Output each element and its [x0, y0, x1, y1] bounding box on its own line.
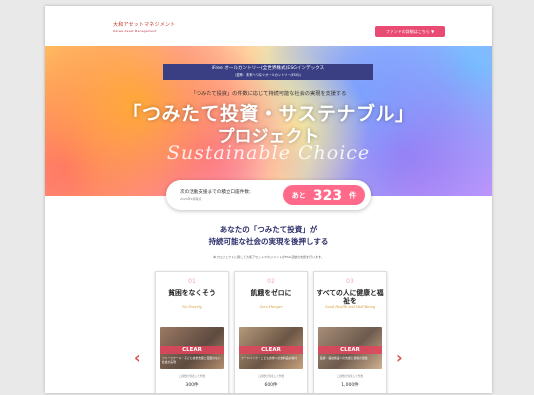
card-description: フリースクール・子ども食堂支援と貧困のない社会の実現 — [162, 356, 221, 364]
card-count-label: 口座数が到達した件数 — [258, 375, 284, 378]
card-script: Good Health and Well-Being — [324, 305, 376, 309]
card-count: 1,000件 — [341, 383, 359, 388]
sdg-card[interactable]: 02 飢餓をゼロに Zero Hunger CLEAR フードバンク・こども食堂… — [234, 271, 308, 393]
hero-script-text: Sustainable Choice — [166, 142, 371, 164]
fund-nickname: (愛称：未来へつなぐオールカントリー(ESG)) — [235, 73, 301, 77]
sdg-card[interactable]: 03 すべての人に健康と福祉を Good Health and Well-Bei… — [313, 271, 387, 393]
project-note: 本プロジェクトに関して大和アセットマネジメントがESG活動の支援を行います。 — [213, 255, 324, 259]
card-count-label: 口座数が到達した件数 — [337, 375, 363, 378]
card-script: No Poverty — [182, 305, 202, 309]
sdg-card-carousel: 01 貧困をなくそう No Poverty CLEAR フリースクール・子ども食… — [155, 271, 387, 393]
counter-suffix: 件 — [349, 191, 357, 200]
carousel-next-arrow[interactable]: › — [396, 348, 403, 367]
counter-value: 323 — [312, 187, 343, 204]
card-count: 600件 — [264, 383, 278, 388]
counter-prefix: あと — [291, 191, 306, 200]
lead-heading-line1: あなたの「つみたて投資」が — [219, 225, 318, 234]
card-description: 医療・福祉施設への支援と健康の促進 — [320, 356, 368, 360]
site-header: 大和アセットマネジメント Daiwa Asset Management ファンド… — [45, 6, 492, 46]
card-clear-badge: CLEAR — [239, 346, 303, 354]
counter-value-pill: あと 323 件 — [283, 185, 365, 205]
card-count: 300件 — [185, 383, 199, 388]
hero-banner: iFree オールカントリー(全世界株式)ESGインデックス (愛称：未来へつな… — [45, 46, 492, 196]
card-clear-badge: CLEAR — [318, 346, 382, 354]
card-number: 03 — [346, 278, 354, 285]
card-clear-badge: CLEAR — [160, 346, 224, 354]
card-title: すべての人に健康と福祉を — [316, 289, 384, 305]
card-description: フードバンク・こども食堂への食料品の寄付 — [241, 356, 298, 360]
fund-name-box: iFree オールカントリー(全世界株式)ESGインデックス (愛称：未来へつな… — [163, 64, 373, 80]
account-counter: 次の活動支援までの積立口座件数： 2024年6月時点 あと 323 件 — [166, 180, 371, 210]
card-number: 02 — [267, 278, 275, 285]
fund-details-button[interactable]: ファンドの詳細はこちら ▼ — [375, 26, 445, 37]
card-script: Zero Hunger — [259, 305, 283, 309]
counter-date: 2024年6月時点 — [180, 197, 202, 201]
site-logo[interactable]: 大和アセットマネジメント Daiwa Asset Management — [113, 22, 175, 34]
web-page: 大和アセットマネジメント Daiwa Asset Management ファンド… — [45, 6, 492, 393]
logo-subtext: Daiwa Asset Management — [113, 29, 157, 33]
lead-heading-line2: 持続可能な社会の実現を後押しする — [208, 237, 329, 246]
counter-label: 次の活動支援までの積立口座件数： — [180, 190, 254, 195]
card-count-label: 口座数が到達した件数 — [179, 375, 205, 378]
card-title: 飢餓をゼロに — [250, 289, 292, 297]
carousel-prev-arrow[interactable]: ‹ — [134, 348, 141, 367]
card-title: 貧困をなくそう — [168, 289, 216, 297]
hero-tagline: 「つみたて投資」の件数に応じて持続可能な社会の実現を支援する — [190, 91, 347, 97]
card-number: 01 — [188, 278, 196, 285]
fund-name: iFree オールカントリー(全世界株式)ESGインデックス — [211, 66, 325, 71]
sdg-card[interactable]: 01 貧困をなくそう No Poverty CLEAR フリースクール・子ども食… — [155, 271, 229, 393]
